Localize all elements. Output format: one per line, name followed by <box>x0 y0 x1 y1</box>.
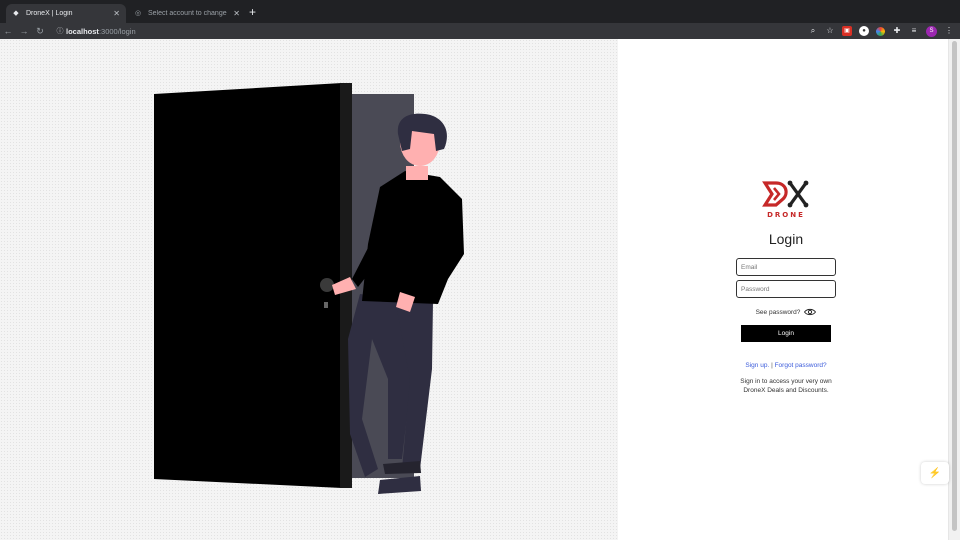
url-path: :3000/login <box>98 26 136 36</box>
keyhole <box>324 302 328 308</box>
link-separator: | <box>771 362 773 369</box>
dev-indicator-lightning-icon[interactable]: ⚡ <box>921 462 949 484</box>
toolbar-actions: ⌕ ☆ ▣ ● ✚ ≡ S ⋮ <box>808 25 954 37</box>
info-line-1: Sign in to access your very own <box>740 378 832 385</box>
new-tab-button[interactable]: + <box>249 5 256 19</box>
login-button[interactable]: Login <box>741 325 831 342</box>
menu-kebab-icon[interactable]: ⋮ <box>944 26 954 36</box>
bookmark-star-icon[interactable]: ☆ <box>825 26 835 36</box>
reload-icon[interactable]: ↻ <box>32 26 48 37</box>
extensions-puzzle-icon[interactable]: ✚ <box>892 26 902 36</box>
extension-red-icon[interactable]: ▣ <box>842 26 852 36</box>
forward-arrow-icon[interactable]: → <box>16 26 32 36</box>
extension-color-wheel-icon[interactable] <box>876 26 885 36</box>
scrollbar-thumb[interactable] <box>952 41 957 531</box>
zoom-icon[interactable]: ⌕ <box>808 26 818 36</box>
tab-title: Select account to change | Dja <box>148 10 229 17</box>
tab-dronex-login[interactable]: ◆ DroneX | Login ✕ <box>6 4 126 23</box>
person-neck <box>406 166 428 180</box>
logo-wordmark: DRONE <box>767 211 805 219</box>
close-icon[interactable]: ✕ <box>113 9 120 18</box>
info-line-2: DroneX Deals and Discounts. <box>743 387 829 394</box>
door-slab <box>154 83 342 488</box>
page-viewport: DRONE Login See password? Login Sign up.… <box>0 39 960 540</box>
see-password-toggle[interactable]: See password? <box>756 308 817 316</box>
info-icon[interactable]: ⓘ <box>54 26 66 36</box>
door-person-illustration <box>154 83 464 494</box>
auth-links: Sign up. | Forgot password? <box>745 362 826 369</box>
illustration-pane <box>0 39 618 540</box>
forgot-password-link[interactable]: Forgot password? <box>775 362 827 369</box>
back-arrow-icon[interactable]: ← <box>0 26 16 36</box>
tab-select-account[interactable]: ◎ Select account to change | Dja ✕ <box>128 4 246 23</box>
page-title: Login <box>768 231 804 247</box>
email-field[interactable] <box>736 258 836 276</box>
close-icon[interactable]: ✕ <box>233 9 240 18</box>
page-scrollbar[interactable] <box>948 39 960 540</box>
globe-icon: ◎ <box>134 9 142 17</box>
extension-circle-icon[interactable]: ● <box>859 26 869 36</box>
see-password-label: See password? <box>755 308 801 316</box>
browser-tab-bar: ◆ DroneX | Login ✕ ◎ Select account to c… <box>0 0 960 23</box>
signup-link[interactable]: Sign up. <box>745 362 769 369</box>
info-text: Sign in to access your very own DroneX D… <box>726 377 846 395</box>
favicon-icon: ◆ <box>13 9 19 17</box>
browser-toolbar: ← → ↻ ⓘ localhost:3000/login ⌕ ☆ ▣ ● ✚ ≡… <box>0 23 960 39</box>
password-field[interactable] <box>736 280 836 298</box>
tab-title: DroneX | Login <box>26 10 73 17</box>
reading-list-icon[interactable]: ≡ <box>909 26 919 36</box>
url-host: localhost <box>66 26 99 36</box>
address-bar[interactable]: ⓘ localhost:3000/login <box>54 24 808 38</box>
door-knob <box>320 278 334 292</box>
eye-icon[interactable] <box>804 308 817 316</box>
profile-avatar[interactable]: S <box>926 25 937 37</box>
person-shoe <box>378 476 421 494</box>
login-panel: DRONE Login See password? Login Sign up.… <box>720 179 852 395</box>
